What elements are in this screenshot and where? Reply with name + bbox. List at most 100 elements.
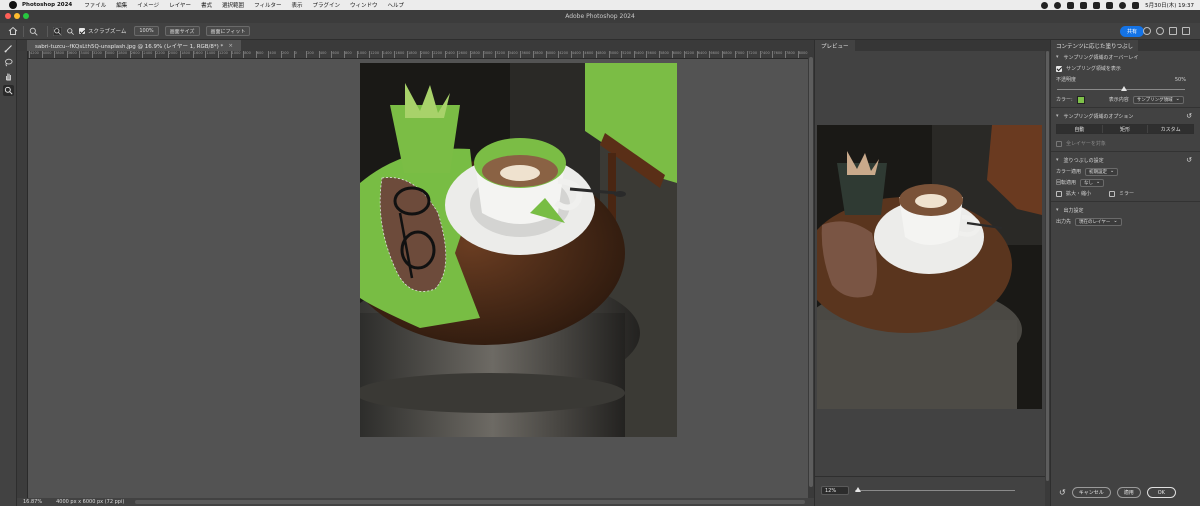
scale-checkbox[interactable] (1056, 190, 1062, 197)
sampling-overlay-section[interactable]: ▾ サンプリング領域のオーバーレイ (1051, 51, 1200, 63)
document-tab-bar: sabri-tuzcu--fKQsLth5Q-unsplash.jpg @ 16… (17, 40, 814, 51)
menu-select[interactable]: 選択範囲 (222, 1, 244, 9)
hand-tool[interactable] (3, 71, 14, 82)
search-icon[interactable] (1143, 27, 1151, 35)
vertical-ruler[interactable] (17, 51, 28, 498)
wifi-icon[interactable] (1106, 1, 1114, 9)
ok-button[interactable]: OK (1146, 487, 1176, 498)
show-sampling-checkbox[interactable] (1056, 65, 1062, 72)
close-icon[interactable]: × (228, 43, 233, 49)
all-layers-row: 全レイヤーを対象 (1051, 138, 1200, 149)
rotation-dropdown[interactable]: なし (1080, 178, 1105, 187)
output-settings-section[interactable]: ▾ 出力設定 (1051, 204, 1200, 216)
overlay-color-swatch[interactable] (1076, 95, 1085, 104)
panel-layout-icon[interactable] (1182, 27, 1190, 35)
panel-title[interactable]: コンテンツに応じた塗りつぶし (1051, 40, 1139, 51)
ruler-tick-label: 7600 (772, 51, 783, 58)
collapse-caret-icon[interactable]: ▾ (1056, 113, 1059, 119)
preview-zoom-knob[interactable] (855, 487, 861, 492)
zoom-100-button[interactable]: 100% (134, 26, 159, 36)
collapse-caret-icon[interactable]: ▾ (1056, 157, 1059, 163)
document-tab[interactable]: sabri-tuzcu--fKQsLth5Q-unsplash.jpg @ 16… (27, 40, 241, 51)
cancel-button[interactable]: キャンセル (1071, 487, 1111, 498)
fit-screen-button[interactable]: 画面サイズ (164, 26, 200, 36)
menu-plugins[interactable]: プラグイン (312, 1, 340, 9)
lasso-tool[interactable] (3, 57, 14, 68)
zoom-in-icon[interactable] (53, 26, 62, 36)
menu-file[interactable]: ファイル (84, 1, 106, 9)
screen-record-icon[interactable] (1054, 1, 1062, 9)
reset-icon[interactable]: ↺ (1186, 112, 1192, 120)
display-dropdown[interactable]: サンプリング領域 (1132, 95, 1184, 104)
creative-cloud-icon[interactable] (1041, 1, 1049, 9)
menu-window[interactable]: ウィンドウ (350, 1, 378, 9)
sampling-mode-auto[interactable]: 自動 (1057, 125, 1103, 133)
clock[interactable]: 5月30日(木) 19:37 (1145, 1, 1194, 9)
menu-type[interactable]: 書式 (201, 1, 212, 9)
preview-zoom-field[interactable]: 12% (821, 486, 849, 495)
opacity-value[interactable]: 50% (1175, 77, 1186, 83)
collapse-caret-icon[interactable]: ▾ (1056, 207, 1059, 213)
control-center-icon[interactable] (1132, 1, 1140, 9)
zoom-tool[interactable] (2, 85, 14, 96)
brush-tool[interactable] (3, 43, 14, 54)
menu-help[interactable]: ヘルプ (388, 1, 405, 9)
options-bar-right-icons (1143, 27, 1190, 35)
ruler-tick-label: 4200 (558, 51, 569, 58)
preview-tab[interactable]: プレビュー (815, 40, 855, 51)
sampling-options-section[interactable]: ▾ サンプリング領域のオプション ↺ (1051, 110, 1200, 122)
home-icon[interactable] (8, 26, 18, 36)
zoom-level[interactable]: 16.87% (23, 499, 42, 505)
mirror-checkbox[interactable] (1109, 190, 1116, 197)
share-button[interactable]: 共有 (1119, 26, 1144, 37)
opacity-slider[interactable] (1057, 86, 1185, 91)
section-title: サンプリング領域のオプション (1063, 113, 1134, 120)
canvas-area[interactable] (28, 59, 808, 498)
bluetooth-icon[interactable] (1080, 1, 1088, 9)
color-adapt-label: カラー適用 (1056, 169, 1082, 175)
zoom-out-icon[interactable] (66, 27, 75, 36)
ruler-tick-label: 5800 (659, 51, 669, 58)
scrollbar-thumb[interactable] (809, 57, 813, 487)
sampling-mode-custom[interactable]: カスタム (1148, 125, 1194, 133)
pen-icon[interactable] (1067, 1, 1075, 9)
fill-settings-section[interactable]: ▾ 塗りつぶしの設定 ↺ (1051, 154, 1200, 166)
battery-icon[interactable] (1093, 1, 1101, 9)
workspace-icon[interactable] (1169, 27, 1177, 35)
horizontal-ruler[interactable]: 4200 4000 3800 3600 3400 3200 3000 2800 2600 2400… (28, 51, 808, 59)
apply-button[interactable]: 適用 (1116, 487, 1141, 498)
menu-view[interactable]: 表示 (291, 1, 302, 9)
help-icon[interactable] (1156, 27, 1164, 35)
ruler-tick-label: 4600 (583, 51, 594, 58)
menu-layer[interactable]: レイヤー (169, 1, 191, 9)
zoom-window-button[interactable] (23, 13, 29, 19)
color-adapt-dropdown[interactable]: 初期設定 (1085, 167, 1119, 176)
fill-screen-button[interactable]: 画面にフィット (205, 26, 251, 36)
preview-image[interactable] (817, 125, 1042, 409)
menu-filter[interactable]: フィルター (254, 1, 281, 9)
collapse-caret-icon[interactable]: ▾ (1056, 54, 1059, 60)
minimize-window-button[interactable] (14, 13, 20, 19)
sampling-mode-rect[interactable]: 矩形 (1102, 125, 1149, 133)
scrubby-zoom-checkbox[interactable] (79, 28, 85, 34)
canvas-horizontal-scrollbar[interactable] (135, 500, 805, 504)
close-window-button[interactable] (5, 13, 11, 19)
search-icon[interactable] (1119, 1, 1127, 9)
preview-divider (815, 476, 1051, 477)
reset-all-icon[interactable]: ↺ (1059, 488, 1066, 497)
output-dropdown[interactable]: 現在のレイヤー (1075, 217, 1122, 226)
document-info[interactable]: 4000 px x 6000 px (72 ppi) (56, 499, 124, 505)
scrollbar-thumb[interactable] (1046, 51, 1049, 481)
reset-icon[interactable]: ↺ (1186, 156, 1192, 164)
opacity-slider-knob[interactable] (1121, 86, 1127, 91)
all-layers-checkbox[interactable] (1056, 140, 1062, 147)
document-image[interactable] (360, 63, 677, 437)
app-menu[interactable]: Photoshop 2024 (22, 2, 72, 8)
apple-menu-icon[interactable] (9, 1, 17, 9)
zoom-tool-icon[interactable] (29, 27, 38, 36)
menu-image[interactable]: イメージ (137, 1, 159, 9)
menu-edit[interactable]: 編集 (116, 1, 127, 9)
ruler-tick-label: 7400 (759, 51, 770, 58)
preview-zoom-slider[interactable] (855, 487, 1015, 492)
rotation-label: 回転適用 (1056, 180, 1077, 186)
